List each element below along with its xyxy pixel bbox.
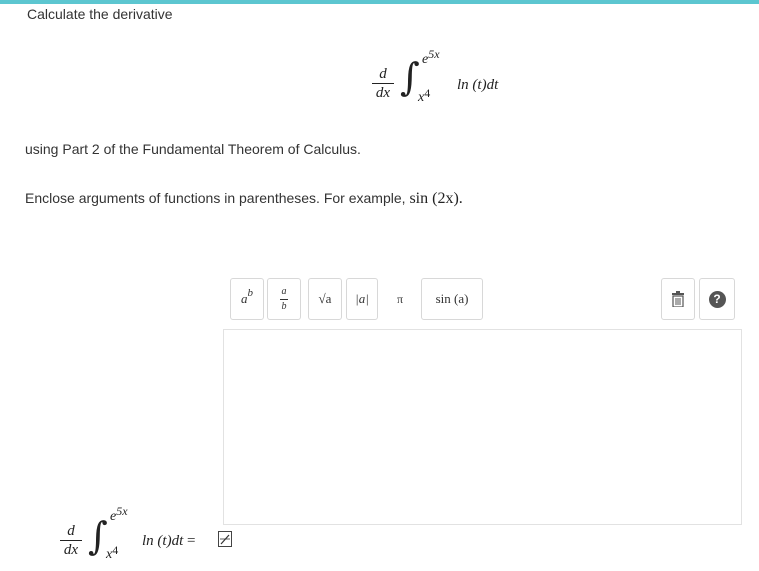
answer-derivative-denominator: dx xyxy=(63,542,79,558)
answer-fraction-bar xyxy=(60,540,82,541)
fraction-button[interactable]: a b xyxy=(267,278,301,320)
fraction-bar xyxy=(372,83,394,84)
power-exponent: b xyxy=(247,287,254,299)
help-icon: ? xyxy=(708,290,726,308)
edit-pencil-icon xyxy=(220,534,230,545)
pi-label: π xyxy=(396,291,404,306)
answer-integrand-text: ln (t)dt xyxy=(142,533,184,549)
integral-sign: ∫ xyxy=(400,55,420,99)
fraction-denominator: b xyxy=(281,300,287,312)
upper-limit-exponent: 5x xyxy=(428,47,440,61)
absolute-value-button[interactable]: |a| xyxy=(346,278,378,320)
math-toolbar: ab a b √a |a| π sin (a) ? xyxy=(223,278,742,324)
upper-limit: e5x xyxy=(422,47,440,68)
fraction-line xyxy=(280,298,288,300)
instruction-parentheses-text: Enclose arguments of functions in parent… xyxy=(25,190,406,206)
answer-editor[interactable] xyxy=(223,329,742,525)
example-expression: sin (2x). xyxy=(409,190,463,207)
integrand: ln (t)dt xyxy=(457,77,499,93)
help-button[interactable]: ? xyxy=(699,278,735,320)
pi-button[interactable]: π xyxy=(384,278,416,320)
answer-derivative-operator: d dx xyxy=(60,523,82,558)
equals-sign: = xyxy=(187,533,196,549)
trash-icon xyxy=(672,291,684,307)
power-button[interactable]: ab xyxy=(230,278,264,320)
sin-button[interactable]: sin (a) xyxy=(421,278,483,320)
sin-label: sin (a) xyxy=(435,291,469,306)
answer-lower-limit-exponent: 4 xyxy=(112,543,119,557)
question-prompt: Calculate the derivative xyxy=(27,6,173,22)
derivative-denominator: dx xyxy=(375,85,391,101)
answer-lower-limit: x4 xyxy=(106,543,118,563)
lower-limit: x4 xyxy=(418,86,430,106)
answer-upper-limit-exponent: 5x xyxy=(116,504,128,518)
trash-button[interactable] xyxy=(661,278,695,320)
answer-integral-sign: ∫ xyxy=(88,514,108,558)
sqrt-label: √a xyxy=(318,291,332,306)
top-accent-bar xyxy=(0,0,759,4)
fraction-numerator: a xyxy=(281,285,287,297)
sqrt-button[interactable]: √a xyxy=(308,278,342,320)
answer-derivative-numerator: d xyxy=(67,523,75,539)
answer-upper-limit: e5x xyxy=(110,504,128,525)
derivative-operator: d dx xyxy=(372,66,394,101)
answer-placeholder-box[interactable] xyxy=(218,531,232,547)
instruction-parentheses: Enclose arguments of functions in parent… xyxy=(25,190,463,208)
derivative-numerator: d xyxy=(379,66,387,82)
answer-integrand: ln (t)dt = xyxy=(142,533,195,550)
abs-label: |a| xyxy=(355,291,369,306)
instruction-ftc: using Part 2 of the Fundamental Theorem … xyxy=(25,141,361,157)
integral-expression: d dx ∫ e5x x4 ln (t)dt xyxy=(372,47,532,112)
lower-limit-exponent: 4 xyxy=(424,86,431,100)
